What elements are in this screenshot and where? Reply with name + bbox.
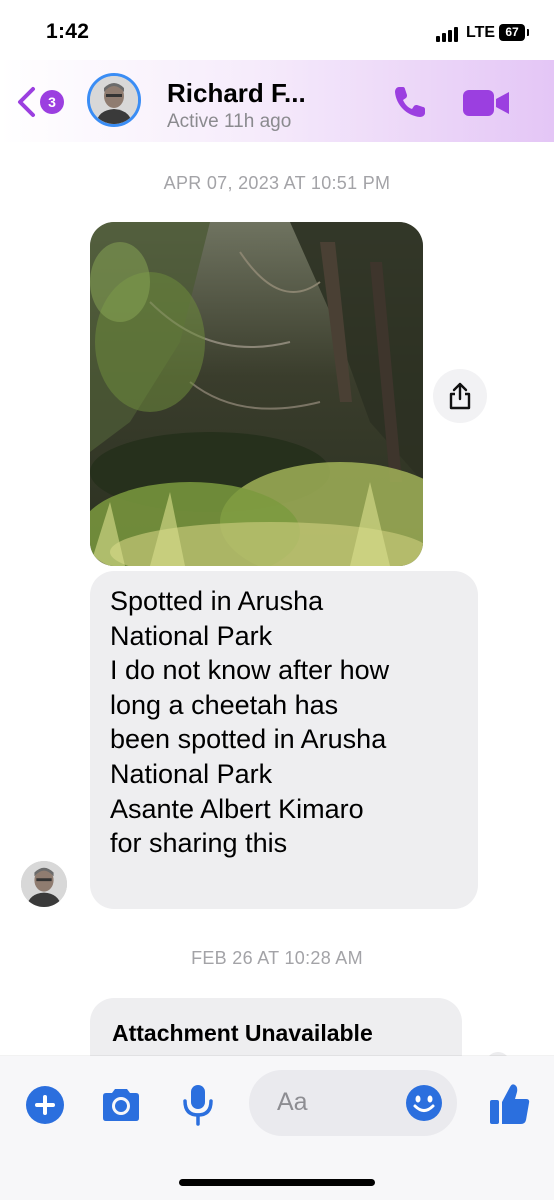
back-chevron-icon xyxy=(18,87,35,117)
message-line: National Park xyxy=(110,620,273,651)
message-line: been spotted in Arusha xyxy=(110,724,387,755)
attachment-unavailable-text: Attachment Unavailable xyxy=(112,1020,373,1046)
message-bubble[interactable]: Spotted in Arusha National Park I do not… xyxy=(90,571,478,909)
battery-icon: 67 xyxy=(499,24,529,41)
status-time: 1:42 xyxy=(46,20,90,43)
unread-count-badge: 3 xyxy=(40,90,64,114)
battery-level: 67 xyxy=(505,25,519,39)
like-button[interactable] xyxy=(489,1082,531,1126)
message-photo[interactable] xyxy=(90,222,423,566)
thumbs-up-icon xyxy=(490,1084,530,1124)
message-line: National Park xyxy=(110,758,273,789)
avatar-photo xyxy=(21,861,67,907)
message-timestamp: APR 07, 2023 AT 10:51 PM xyxy=(163,173,391,193)
avatar-photo xyxy=(90,76,138,124)
message-input-placeholder: Aa xyxy=(277,1088,308,1116)
camera-icon xyxy=(103,1089,139,1121)
microphone-button[interactable] xyxy=(180,1084,216,1126)
message-line: Spotted in Arusha xyxy=(110,586,324,616)
contact-avatar[interactable] xyxy=(87,73,141,127)
network-type: LTE xyxy=(466,24,496,41)
active-status: Active 11h ago xyxy=(167,111,292,132)
plus-button[interactable] xyxy=(26,1086,64,1124)
message-line: for sharing this xyxy=(110,828,288,859)
share-icon xyxy=(449,382,471,410)
emoji-button[interactable] xyxy=(405,1084,443,1122)
message-line: long a cheetah has xyxy=(110,689,339,720)
message-timestamp: FEB 26 AT 10:28 AM xyxy=(191,948,363,968)
audio-call-button[interactable] xyxy=(390,82,430,122)
emoji-icon xyxy=(406,1085,442,1121)
back-button[interactable]: 3 xyxy=(14,84,74,120)
share-button[interactable] xyxy=(433,369,487,423)
sender-avatar[interactable] xyxy=(21,861,67,907)
status-bar: 1:42 LTE 67 xyxy=(0,0,554,62)
phone-icon xyxy=(395,87,425,117)
message-line: I do not know after how xyxy=(110,655,390,686)
microphone-icon xyxy=(183,1085,213,1126)
home-indicator xyxy=(179,1179,375,1186)
camera-button[interactable] xyxy=(99,1087,143,1123)
video-camera-icon xyxy=(463,90,509,116)
video-call-button[interactable] xyxy=(462,88,512,118)
message-input[interactable]: Aa xyxy=(249,1070,457,1136)
cheetah-photo xyxy=(90,222,423,566)
cellular-signal-icon xyxy=(436,26,462,42)
contact-name[interactable]: Richard F... xyxy=(167,78,306,109)
chat-header: 3 Richard F... Active 11h ago xyxy=(0,60,554,142)
message-line: Asante Albert Kimaro xyxy=(110,793,364,824)
